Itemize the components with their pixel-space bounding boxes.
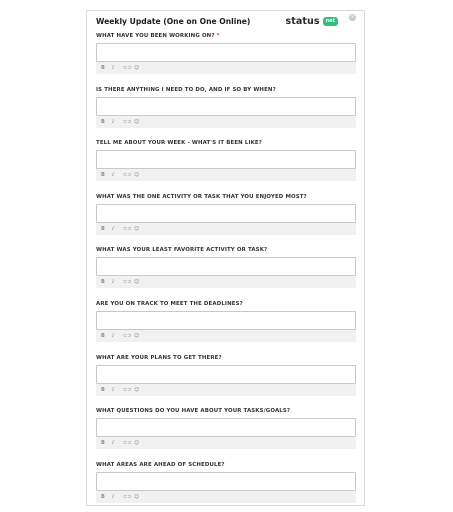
link-icon[interactable]: ⊂⊃ [123,169,134,181]
format-toolbar: B I ⊂⊃ ☺ [96,62,356,74]
link-icon[interactable]: ⊂⊃ [123,223,134,235]
italic-icon[interactable]: I [112,62,123,74]
format-toolbar: B I ⊂⊃ ☺ [96,115,356,128]
italic-icon[interactable]: I [112,437,123,449]
bold-icon[interactable]: B [101,437,112,449]
question-text: ARE YOU ON TRACK TO MEET THE DEADLINES? [96,301,243,307]
format-toolbar: B I ⊂⊃ ☺ [96,169,356,182]
answer-textbox[interactable] [96,150,356,170]
question-block: TELL ME ABOUT YOUR WEEK - WHAT'S IT BEEN… [96,140,356,182]
question-text: TELL ME ABOUT YOUR WEEK - WHAT'S IT BEEN… [96,140,263,147]
emoji-icon[interactable]: ☺ [134,62,145,74]
question-text: WHAT AREAS ARE AHEAD OF SCHEDULE? [96,461,225,468]
question-text: WHAT ARE YOUR PLANS TO GET THERE? [96,354,222,361]
link-icon[interactable]: ⊂⊃ [123,437,134,449]
emoji-icon[interactable]: ☺ [134,437,145,449]
format-toolbar: B I ⊂⊃ ☺ [96,437,356,450]
italic-icon[interactable]: I [112,169,123,181]
required-marker: * [216,33,220,39]
answer-textbox[interactable] [96,43,356,62]
italic-icon[interactable]: I [112,330,123,342]
answer-textbox[interactable] [96,257,356,277]
italic-icon[interactable]: I [112,116,123,128]
weekly-update-form: Weekly Update (One on One Online) status… [86,10,365,506]
answer-textbox[interactable] [96,364,356,384]
link-icon[interactable]: ⊂⊃ [123,330,134,342]
format-toolbar: B I ⊂⊃ ☺ [96,222,356,235]
format-toolbar: B I ⊂⊃ ☺ [96,330,356,342]
answer-textbox[interactable] [96,471,356,491]
format-toolbar: B I ⊂⊃ ☺ [96,383,356,396]
close-icon[interactable]: × [349,14,356,21]
emoji-icon[interactable]: ☺ [134,169,145,181]
format-toolbar: B I ⊂⊃ ☺ [96,490,356,503]
bold-icon[interactable]: B [101,491,112,503]
bold-icon[interactable]: B [101,276,112,288]
answer-textbox[interactable] [96,418,356,438]
format-toolbar: B I ⊂⊃ ☺ [96,276,356,289]
question-block: WHAT WAS THE ONE ACTIVITY OR TASK THAT Y… [96,194,356,235]
brand-wordmark: status [285,16,320,27]
question-label: TELL ME ABOUT YOUR WEEK - WHAT'S IT BEEN… [96,140,356,147]
form-title: Weekly Update (One on One Online) [96,17,251,26]
link-icon[interactable]: ⊂⊃ [123,276,134,288]
emoji-icon[interactable]: ☺ [134,491,145,503]
italic-icon[interactable]: I [112,276,123,288]
question-text: IS THERE ANYTHING I NEED TO DO, AND IF S… [96,86,276,93]
form-header: Weekly Update (One on One Online) status… [96,14,356,33]
link-icon[interactable]: ⊂⊃ [123,384,134,396]
question-block: WHAT AREAS ARE AHEAD OF SCHEDULE? B I ⊂⊃ ☺ [96,462,356,503]
question-block: WHAT HAVE YOU BEEN WORKING ON? * B I ⊂⊃ ☺ [96,33,356,74]
link-icon[interactable]: ⊂⊃ [123,116,134,128]
question-block: WHAT WAS YOUR LEAST FAVORITE ACTIVITY OR… [96,247,356,289]
question-block: WHAT QUESTIONS DO YOU HAVE ABOUT YOUR TA… [96,408,356,450]
emoji-icon[interactable]: ☺ [134,116,145,128]
question-label: ARE YOU ON TRACK TO MEET THE DEADLINES? [96,301,356,308]
bold-icon[interactable]: B [101,116,112,128]
bold-icon[interactable]: B [101,169,112,181]
question-label: WHAT WAS THE ONE ACTIVITY OR TASK THAT Y… [96,194,356,201]
emoji-icon[interactable]: ☺ [134,223,145,235]
emoji-icon[interactable]: ☺ [134,384,145,396]
bold-icon[interactable]: B [101,62,112,74]
emoji-icon[interactable]: ☺ [134,330,145,342]
question-label: WHAT QUESTIONS DO YOU HAVE ABOUT YOUR TA… [96,408,356,415]
question-text: WHAT WAS YOUR LEAST FAVORITE ACTIVITY OR… [96,247,268,254]
question-label: WHAT HAVE YOU BEEN WORKING ON? * [96,33,356,40]
italic-icon[interactable]: I [112,491,123,503]
answer-textbox[interactable] [96,203,356,223]
question-text: WHAT WAS THE ONE ACTIVITY OR TASK THAT Y… [96,193,307,200]
link-icon[interactable]: ⊂⊃ [123,491,134,503]
bold-icon[interactable]: B [101,384,112,396]
brand-badge: net [322,17,338,26]
answer-textbox[interactable] [96,311,356,330]
bold-icon[interactable]: B [101,223,112,235]
question-block: WHAT ARE YOUR PLANS TO GET THERE? B I ⊂⊃ ☺ [96,355,356,396]
question-block: ARE YOU ON TRACK TO MEET THE DEADLINES? B… [96,301,356,342]
question-label: WHAT WAS YOUR LEAST FAVORITE ACTIVITY OR… [96,247,356,254]
answer-textbox[interactable] [96,96,356,116]
brand-logo: status net [285,16,338,27]
question-text: WHAT HAVE YOU BEEN WORKING ON? [96,33,215,39]
link-icon[interactable]: ⊂⊃ [123,62,134,74]
italic-icon[interactable]: I [112,384,123,396]
question-label: WHAT AREAS ARE AHEAD OF SCHEDULE? [96,462,356,469]
question-label: WHAT ARE YOUR PLANS TO GET THERE? [96,355,356,362]
italic-icon[interactable]: I [112,223,123,235]
question-block: IS THERE ANYTHING I NEED TO DO, AND IF S… [96,87,356,128]
question-text: WHAT QUESTIONS DO YOU HAVE ABOUT YOUR TA… [96,408,291,415]
bold-icon[interactable]: B [101,330,112,342]
question-label: IS THERE ANYTHING I NEED TO DO, AND IF S… [96,87,356,94]
emoji-icon[interactable]: ☺ [134,276,145,288]
